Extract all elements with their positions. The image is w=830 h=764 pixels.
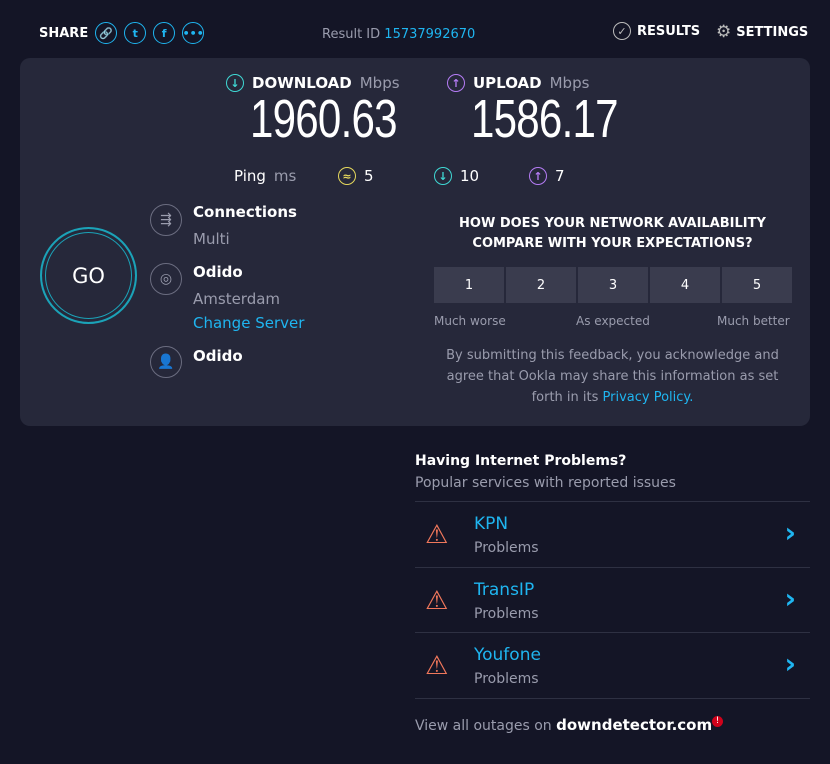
settings-button[interactable]: ⚙ SETTINGS — [716, 22, 808, 42]
globe-icon: ◎ — [150, 263, 182, 295]
user-icon: 👤 — [150, 346, 182, 378]
results-label: RESULTS — [637, 23, 701, 39]
rating-1[interactable]: 1 — [434, 267, 504, 303]
alert-icon: ! — [712, 716, 724, 727]
result-id: Result ID 15737992670 — [322, 27, 475, 42]
change-server-link[interactable]: Change Server — [193, 314, 304, 332]
ping-idle-icon: ≈ — [338, 167, 356, 185]
settings-label: SETTINGS — [736, 24, 809, 40]
warning-icon: ⚠ — [425, 586, 449, 616]
ping-up: ↑ 7 — [529, 167, 565, 185]
rating-5[interactable]: 5 — [722, 267, 792, 303]
problem-row-youfone[interactable]: ⚠ Youfone Problems › — [415, 632, 810, 699]
rating-2[interactable]: 2 — [506, 267, 576, 303]
problem-row-transip[interactable]: ⚠ TransIP Problems › — [415, 567, 810, 633]
ping-down-value: 10 — [460, 167, 480, 185]
scale-low: Much worse — [434, 314, 506, 328]
connections-value: Multi — [193, 230, 230, 248]
problem-row-kpn[interactable]: ⚠ KPN Problems › — [415, 501, 810, 567]
chevron-right-icon: › — [784, 516, 796, 549]
upload-icon: ↑ — [447, 74, 465, 92]
result-id-label: Result ID — [322, 27, 381, 42]
ping-row: Ping ms — [234, 167, 296, 185]
check-icon: ✓ — [613, 22, 631, 40]
ping-down: ↓ 10 — [434, 167, 479, 185]
chevron-right-icon: › — [784, 582, 796, 615]
scale-high: Much better — [717, 314, 790, 328]
gear-icon: ⚙ — [716, 22, 732, 42]
result-id-link[interactable]: 15737992670 — [384, 27, 475, 42]
ping-idle: ≈5 — [338, 167, 374, 185]
server-host: Odido — [193, 263, 243, 281]
download-value: 1960.63 — [250, 89, 398, 149]
problems-title: Having Internet Problems? — [415, 453, 627, 469]
ping-idle-value: 5 — [364, 167, 374, 185]
share-bar: SHARE 🔗 t f ••• — [39, 22, 205, 44]
connections-label: Connections — [193, 203, 297, 221]
download-icon: ↓ — [226, 74, 244, 92]
connections-icon: ⇶ — [150, 204, 182, 236]
results-button[interactable]: ✓ RESULTS — [613, 22, 700, 40]
facebook-icon[interactable]: f — [153, 22, 176, 44]
service-name: Youfone — [474, 645, 541, 665]
footer-text: View all outages on — [415, 718, 552, 734]
chevron-right-icon: › — [784, 647, 796, 680]
problems-subtitle: Popular services with reported issues — [415, 475, 676, 491]
downdetector-footer: View all outages on downdetector.com! — [415, 716, 724, 734]
ping-up-icon: ↑ — [529, 167, 547, 185]
service-status: Problems — [474, 671, 539, 687]
server-location: Amsterdam — [193, 290, 281, 308]
ping-unit: ms — [273, 167, 297, 185]
survey-question: HOW DOES YOUR NETWORK AVAILABILITY COMPA… — [459, 216, 766, 251]
link-icon[interactable]: 🔗 — [95, 22, 118, 44]
ping-down-icon: ↓ — [434, 167, 452, 185]
service-name: KPN — [474, 514, 509, 534]
ping-up-value: 7 — [555, 167, 565, 185]
scale-mid: As expected — [576, 314, 650, 328]
survey-disclaimer: By submitting this feedback, you acknowl… — [440, 345, 785, 408]
ping-label: Ping — [234, 167, 266, 185]
downdetector-link[interactable]: downdetector.com — [556, 716, 712, 734]
rating-scale: 1 2 3 4 5 — [434, 267, 792, 303]
twitter-icon[interactable]: t — [124, 22, 147, 44]
privacy-policy-link[interactable]: Privacy Policy. — [603, 390, 694, 405]
more-icon[interactable]: ••• — [182, 22, 205, 44]
share-label: SHARE — [39, 25, 89, 41]
provider: Odido — [193, 347, 243, 365]
service-status: Problems — [474, 540, 539, 556]
rating-4[interactable]: 4 — [650, 267, 720, 303]
service-name: TransIP — [474, 580, 535, 600]
upload-value: 1586.17 — [471, 89, 619, 149]
go-button[interactable]: GO — [40, 227, 137, 324]
warning-icon: ⚠ — [425, 520, 449, 550]
warning-icon: ⚠ — [425, 651, 449, 681]
rating-3[interactable]: 3 — [578, 267, 648, 303]
service-status: Problems — [474, 606, 539, 622]
